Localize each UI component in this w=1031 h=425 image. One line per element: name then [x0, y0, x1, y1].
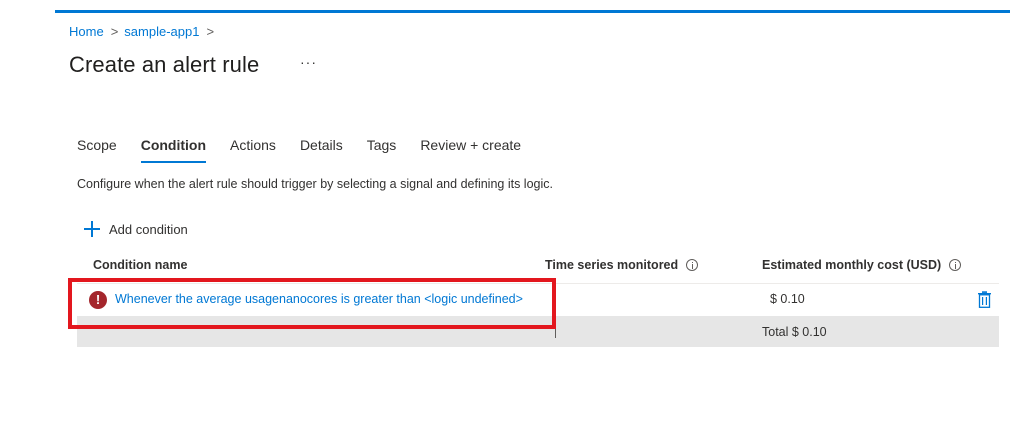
top-accent-bar	[55, 10, 1010, 13]
total-cost: Total $ 0.10	[762, 325, 827, 339]
tab-scope[interactable]: Scope	[77, 137, 117, 163]
breadcrumb-separator: >	[206, 24, 215, 39]
column-header-monthly-cost: Estimated monthly cost (USD)	[762, 258, 962, 272]
condition-description: Configure when the alert rule should tri…	[77, 177, 553, 191]
tab-tags[interactable]: Tags	[367, 137, 397, 163]
tab-review-create[interactable]: Review + create	[420, 137, 521, 163]
page-title: Create an alert rule	[69, 52, 260, 77]
plus-icon	[84, 221, 100, 237]
tab-details[interactable]: Details	[300, 137, 343, 163]
table-row: ! Whenever the average usagenanocores is…	[77, 284, 999, 316]
time-series-value	[555, 294, 556, 306]
more-options-button[interactable]: ···	[300, 54, 317, 70]
total-series-value	[555, 326, 556, 338]
column-header-time-series: Time series monitored	[545, 258, 699, 272]
info-icon[interactable]	[949, 259, 962, 271]
tab-bar: Scope Condition Actions Details Tags Rev…	[77, 137, 545, 163]
breadcrumb-home-link[interactable]: Home	[69, 24, 104, 39]
column-header-label: Time series monitored	[545, 258, 679, 272]
breadcrumb-app-link[interactable]: sample-app1	[124, 24, 199, 39]
estimated-cost-value: $ 0.10	[770, 292, 805, 306]
column-header-label: Condition name	[93, 258, 188, 272]
delete-icon[interactable]	[977, 291, 992, 308]
breadcrumb-separator: >	[110, 24, 119, 39]
breadcrumb: Home > sample-app1 >	[69, 24, 220, 39]
add-condition-button[interactable]: Add condition	[84, 221, 188, 237]
column-header-label: Estimated monthly cost (USD)	[762, 258, 942, 272]
total-row: Total $ 0.10	[77, 316, 999, 347]
add-condition-label: Add condition	[109, 221, 188, 237]
tab-condition[interactable]: Condition	[140, 137, 207, 163]
tab-actions[interactable]: Actions	[230, 137, 276, 163]
info-icon[interactable]	[686, 259, 699, 271]
error-icon: !	[89, 291, 107, 309]
column-header-condition-name: Condition name	[93, 258, 187, 272]
condition-name-link[interactable]: Whenever the average usagenanocores is g…	[115, 292, 523, 306]
conditions-table-header: Condition name Time series monitored Est…	[0, 258, 1031, 276]
